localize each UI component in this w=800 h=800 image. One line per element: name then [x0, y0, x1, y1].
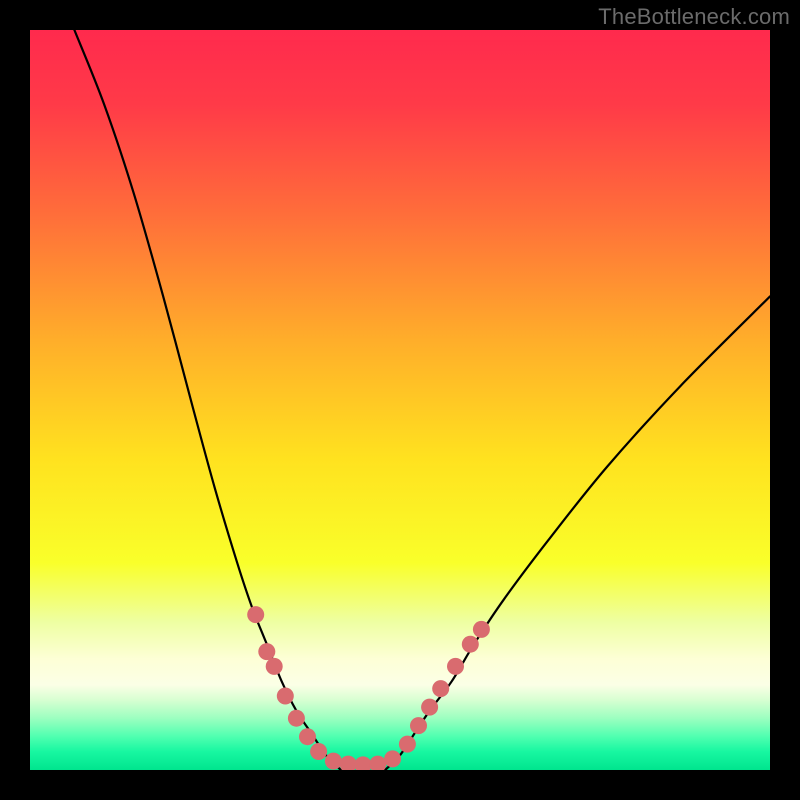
dot	[447, 658, 464, 675]
dot	[355, 756, 372, 770]
dot	[266, 658, 283, 675]
dot	[277, 688, 294, 705]
dot	[410, 717, 427, 734]
dot	[288, 710, 305, 727]
dot	[247, 606, 264, 623]
dot	[421, 699, 438, 716]
dot	[432, 680, 449, 697]
dot	[310, 743, 327, 760]
highlight-dots	[247, 606, 490, 770]
chart-frame: TheBottleneck.com	[0, 0, 800, 800]
dot	[473, 621, 490, 638]
dot	[340, 756, 357, 770]
left-curve	[74, 30, 340, 770]
dot	[399, 736, 416, 753]
right-curve	[385, 296, 770, 770]
dot	[258, 643, 275, 660]
curves-layer	[30, 30, 770, 770]
dot	[369, 756, 386, 770]
dot	[462, 636, 479, 653]
plot-area	[30, 30, 770, 770]
dot	[299, 728, 316, 745]
dot	[325, 753, 342, 770]
watermark-text: TheBottleneck.com	[598, 4, 790, 30]
dot	[384, 750, 401, 767]
